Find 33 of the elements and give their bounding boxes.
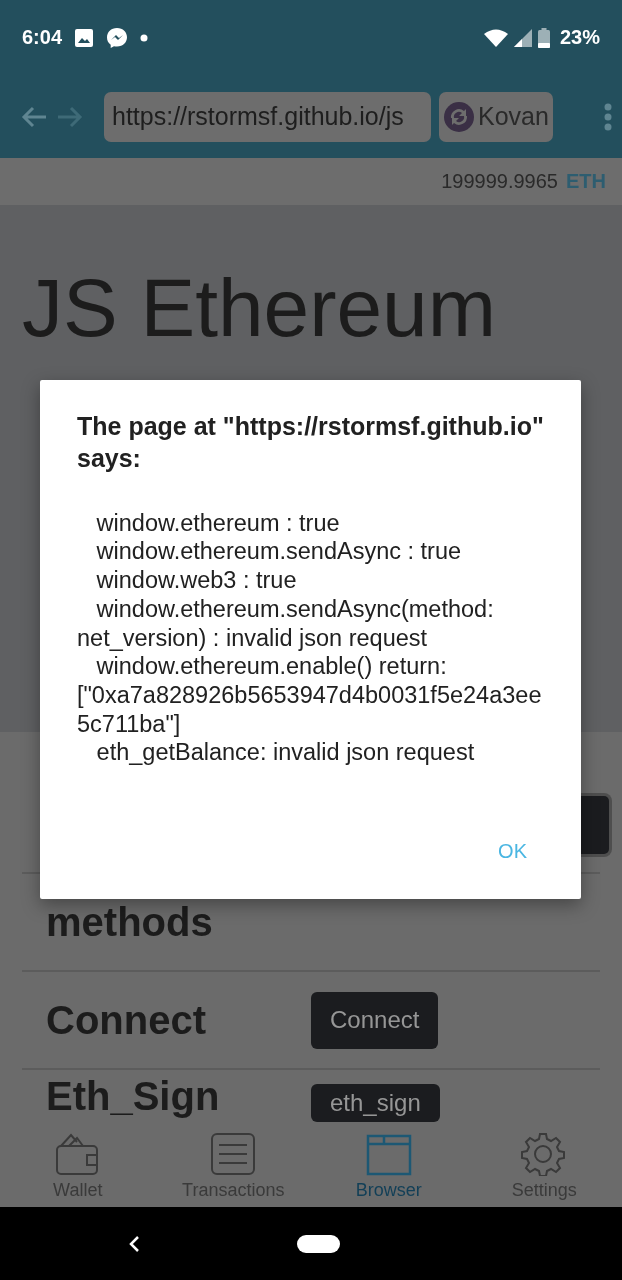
sync-circle-icon [443, 100, 475, 133]
list-icon [210, 1131, 257, 1176]
network-selector[interactable]: Kovan [439, 91, 553, 142]
section-heading: Eth_Sign [45, 1074, 221, 1118]
section-heading: methods [45, 899, 214, 946]
battery-icon [537, 27, 550, 48]
dot-icon [140, 33, 149, 42]
section-heading: Connect [45, 997, 207, 1044]
chat-bubble-icon [106, 26, 129, 49]
back-arrow-icon[interactable] [20, 104, 48, 129]
wifi-icon [483, 28, 508, 47]
battery-percent: 23% [559, 26, 600, 49]
wallet-icon [54, 1131, 101, 1176]
back-icon[interactable] [128, 1234, 140, 1253]
balance-amount: 199999.9965 [441, 170, 558, 193]
clock: 6:04 [22, 26, 63, 49]
forward-arrow-icon[interactable] [56, 104, 84, 129]
settings-icon [521, 1131, 568, 1176]
url-field[interactable]: https://rstormsf.github.io/js [104, 91, 431, 142]
signal-icon [513, 28, 532, 47]
dialog-message: window.ethereum : true window.ethereum.sendAsync : true window.web3 : true window.ethereum.sendAsync(method: net_version) : invalid json request window.ethereum.enable() return: ["0xa7a828926b5653947d4b0031f5e24a3ee5c711ba"] eth_getBalance: invalid json request [77, 508, 543, 768]
network-name: Kovan [478, 102, 549, 131]
image-icon [74, 27, 95, 48]
action-button[interactable]: eth_sign [311, 1084, 440, 1122]
dialog-title: The page at "https://rstormsf.github.io" says: [77, 411, 544, 474]
button-edge[interactable] [581, 793, 612, 857]
action-button[interactable]: Connect [311, 991, 439, 1049]
ok-button[interactable]: OK [494, 836, 531, 867]
more-menu-icon[interactable] [604, 102, 612, 131]
home-pill-icon[interactable] [297, 1234, 340, 1253]
currency-label: ETH [566, 170, 606, 193]
page-title: JS Ethereum [22, 261, 497, 355]
nav-tab[interactable]: Browser [311, 1125, 467, 1207]
